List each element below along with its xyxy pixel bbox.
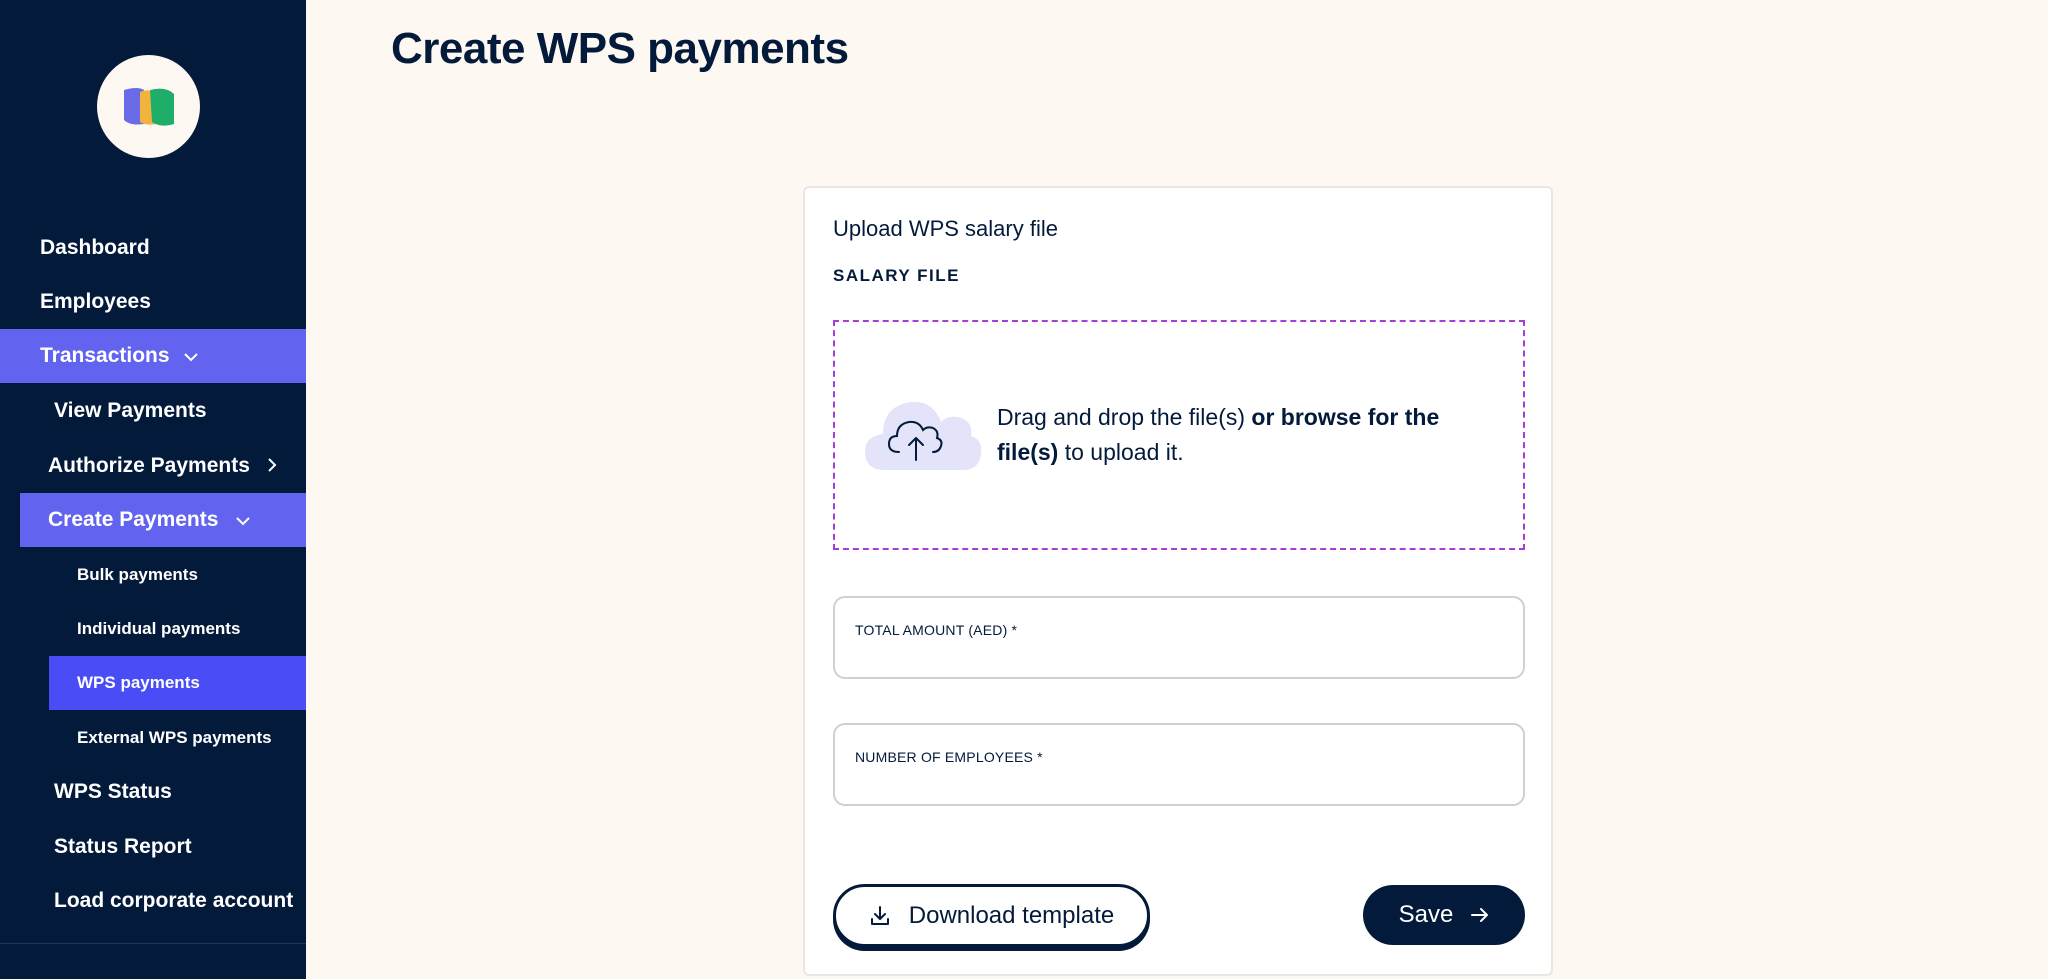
sidebar-item-individual-payments[interactable]: Individual payments bbox=[77, 602, 240, 656]
sidebar: Dashboard Employees Transactions View Pa… bbox=[0, 0, 306, 979]
sidebar-divider bbox=[0, 943, 306, 944]
card-title: Upload WPS salary file bbox=[833, 216, 1058, 241]
sidebar-item-status-report[interactable]: Status Report bbox=[54, 820, 192, 874]
sidebar-item-label: WPS Status bbox=[54, 780, 172, 803]
salary-file-label: SALARY FILE bbox=[833, 266, 961, 285]
sidebar-item-view-payments[interactable]: View Payments bbox=[54, 384, 207, 438]
sidebar-item-authorize-payments[interactable]: Authorize Payments bbox=[48, 439, 277, 493]
sidebar-item-load-corporate-account[interactable]: Load corporate account bbox=[54, 874, 293, 928]
total-amount-label: TOTAL AMOUNT (AED) * bbox=[855, 622, 1018, 638]
sidebar-item-dashboard[interactable]: Dashboard bbox=[0, 221, 306, 275]
brand-logo[interactable] bbox=[97, 55, 200, 158]
chevron-down-icon bbox=[236, 508, 251, 532]
sidebar-item-label: Transactions bbox=[40, 344, 170, 367]
number-of-employees-field[interactable]: NUMBER OF EMPLOYEES * bbox=[833, 723, 1525, 806]
sidebar-item-bulk-payments[interactable]: Bulk payments bbox=[77, 548, 198, 602]
sidebar-item-label: WPS payments bbox=[77, 673, 200, 692]
sidebar-item-label: Create Payments bbox=[48, 508, 219, 531]
upload-card: Upload WPS salary file SALARY FILE Drag … bbox=[803, 186, 1553, 976]
logo-mark-icon bbox=[123, 87, 174, 126]
sidebar-item-wps-payments[interactable]: WPS payments bbox=[49, 656, 306, 710]
sidebar-item-label: Status Report bbox=[54, 835, 192, 858]
sidebar-item-label: Authorize Payments bbox=[48, 454, 250, 477]
chevron-right-icon bbox=[268, 454, 277, 478]
save-button[interactable]: Save bbox=[1363, 885, 1525, 945]
sidebar-item-employees[interactable]: Employees bbox=[0, 275, 306, 329]
dropzone-text-part: Drag and drop the file(s) bbox=[997, 404, 1252, 430]
page-title: Create WPS payments bbox=[391, 24, 849, 73]
dropzone-instructions: Drag and drop the file(s) or browse for … bbox=[997, 400, 1467, 470]
download-template-label: Download template bbox=[908, 901, 1115, 929]
total-amount-input[interactable] bbox=[855, 641, 1495, 667]
cloud-upload-icon bbox=[863, 394, 983, 477]
number-of-employees-input[interactable] bbox=[855, 768, 1495, 794]
chevron-down-icon bbox=[183, 344, 198, 368]
file-dropzone[interactable]: Drag and drop the file(s) or browse for … bbox=[833, 320, 1525, 550]
sidebar-item-transactions[interactable]: Transactions bbox=[0, 329, 306, 383]
sidebar-item-external-wps-payments[interactable]: External WPS payments bbox=[77, 711, 272, 765]
sidebar-item-label: Bulk payments bbox=[77, 565, 198, 584]
dropzone-text-part: to upload it. bbox=[1058, 439, 1184, 465]
sidebar-item-create-payments[interactable]: Create Payments bbox=[20, 493, 306, 547]
arrow-right-icon bbox=[1471, 907, 1489, 923]
sidebar-item-label: External WPS payments bbox=[77, 728, 272, 747]
sidebar-item-label: Individual payments bbox=[77, 619, 241, 638]
total-amount-field[interactable]: TOTAL AMOUNT (AED) * bbox=[833, 596, 1525, 679]
download-icon bbox=[869, 905, 891, 927]
sidebar-item-label: View Payments bbox=[54, 399, 207, 422]
sidebar-item-label: Employees bbox=[40, 290, 151, 313]
sidebar-item-label: Load corporate account bbox=[54, 889, 294, 912]
download-template-button[interactable]: Download template bbox=[833, 884, 1150, 947]
sidebar-item-label: Dashboard bbox=[40, 236, 150, 259]
number-of-employees-label: NUMBER OF EMPLOYEES * bbox=[855, 749, 1043, 765]
save-label: Save bbox=[1398, 901, 1454, 928]
sidebar-item-wps-status[interactable]: WPS Status bbox=[54, 765, 172, 819]
